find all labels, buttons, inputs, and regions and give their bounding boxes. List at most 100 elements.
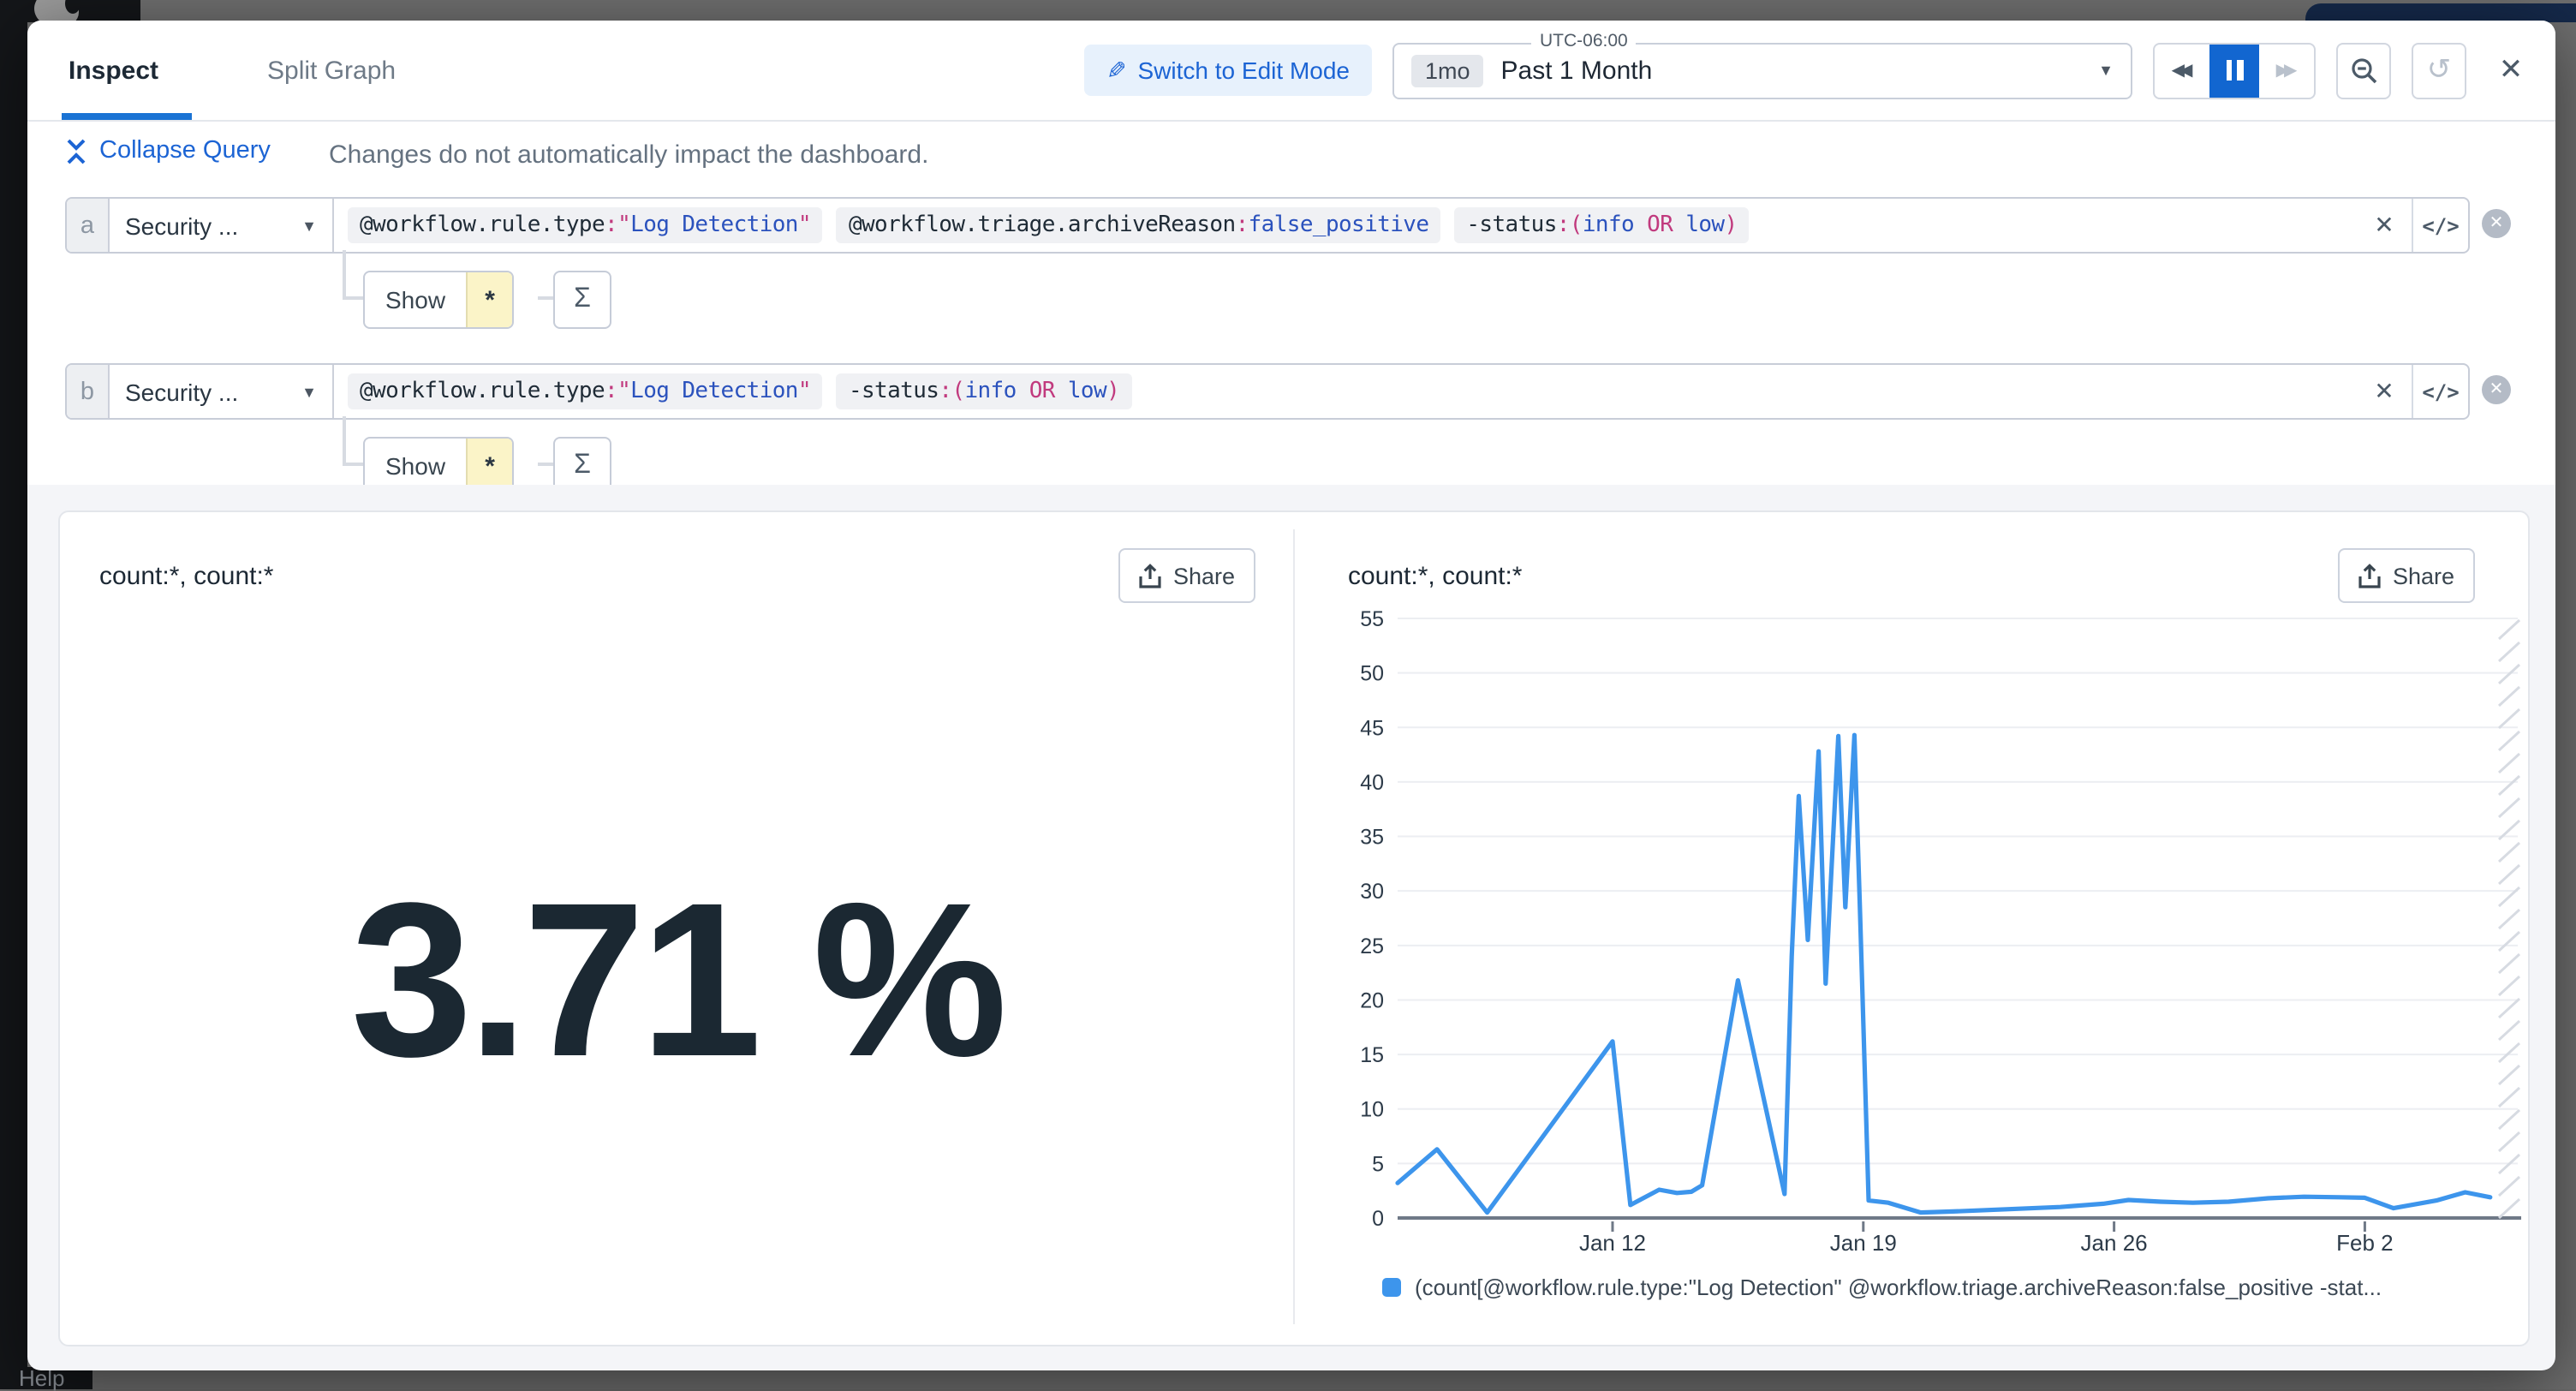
timezone-label: UTC-06:00 <box>1531 30 1637 51</box>
query-editor-section: Collapse Query Changes do not automatica… <box>27 122 2555 485</box>
legend-swatch-icon <box>1382 1278 1401 1297</box>
switch-to-edit-mode-button[interactable]: ✎ Switch to Edit Mode <box>1083 45 1372 96</box>
clear-query-icon[interactable]: ✕ <box>2357 365 2412 418</box>
show-label[interactable]: Show <box>365 439 466 485</box>
query-token[interactable]: -status:(info OR low) <box>1454 207 1749 243</box>
svg-text:5: 5 <box>1372 1152 1384 1176</box>
tab-split-graph[interactable]: Split Graph <box>267 21 396 120</box>
show-label[interactable]: Show <box>365 272 466 327</box>
dashboard-impact-note: Changes do not automatically impact the … <box>329 140 928 170</box>
share-icon <box>1139 563 1161 588</box>
reset-zoom-button[interactable]: ↺ <box>2412 42 2466 99</box>
share-button-left[interactable]: Share <box>1118 548 1255 603</box>
playback-controls: ◀◀ ▶▶ <box>2153 42 2316 99</box>
show-control-a: Show * <box>363 271 514 329</box>
collapse-query-label: Collapse Query <box>99 137 271 164</box>
query-letter-badge: a <box>67 199 110 252</box>
timeseries-chart[interactable]: 0 5 10 15 20 25 30 35 40 45 50 55 Jan 12 Jan 19 Jan 26… <box>1324 605 2523 1264</box>
svg-text:50: 50 <box>1360 662 1384 686</box>
switch-to-edit-mode-label: Switch to Edit Mode <box>1138 57 1350 84</box>
svg-text:55: 55 <box>1360 607 1384 631</box>
pencil-icon: ✎ <box>1106 56 1125 85</box>
svg-text:40: 40 <box>1360 771 1384 795</box>
modal-header: Inspect Split Graph ✎ Switch to Edit Mod… <box>27 21 2555 122</box>
background-button-fragment <box>2305 3 2576 22</box>
query-search-input[interactable]: @workflow.rule.type:"Log Detection" -stat… <box>334 365 2357 418</box>
query-token[interactable]: @workflow.rule.type:"Log Detection" <box>348 373 823 409</box>
screen: Help Inspect Split Graph ✎ Switch to Edi… <box>0 0 2576 1389</box>
rewind-button[interactable]: ◀◀ <box>2155 44 2209 97</box>
time-shortcut-badge: 1mo <box>1411 54 1484 87</box>
share-button-right[interactable]: Share <box>2338 548 2475 603</box>
show-value-field[interactable]: * <box>466 439 512 485</box>
query-token[interactable]: @workflow.rule.type:"Log Detection" <box>348 207 823 243</box>
svg-text:20: 20 <box>1360 988 1384 1012</box>
query-source-label: Security ... <box>125 378 238 405</box>
aggregate-sigma-button-b[interactable]: Σ <box>553 437 611 485</box>
query-letter-badge: b <box>67 365 110 418</box>
collapse-icon <box>65 138 87 164</box>
share-label: Share <box>1173 563 1235 588</box>
code-view-icon[interactable]: </> <box>2412 365 2468 418</box>
remove-query-b-button[interactable]: ✕ <box>2482 375 2511 404</box>
connector-line <box>343 416 345 464</box>
query-source-dropdown[interactable]: Security ... ▼ <box>110 199 334 252</box>
undo-icon: ↺ <box>2427 53 2452 87</box>
show-control-b: Show * <box>363 437 514 485</box>
zoom-out-icon <box>2349 56 2378 85</box>
query-token[interactable]: -status:(info OR low) <box>837 373 1131 409</box>
connector-line <box>538 463 553 465</box>
fast-forward-button[interactable]: ▶▶ <box>2259 44 2314 97</box>
pause-icon <box>2226 60 2243 81</box>
svg-text:10: 10 <box>1360 1098 1384 1122</box>
query-value-display: 3.71 % <box>60 855 1293 1107</box>
query-row-b: b Security ... ▼ @workflow.rule.type:"Lo… <box>65 363 2470 420</box>
connector-line <box>343 296 363 299</box>
time-range-label: Past 1 Month <box>1501 56 2099 85</box>
zoom-out-button[interactable] <box>2336 42 2391 99</box>
svg-text:25: 25 <box>1360 934 1384 958</box>
connector-line <box>538 296 553 299</box>
close-button[interactable]: ✕ <box>2487 44 2535 97</box>
chevron-down-icon: ▼ <box>2098 62 2114 79</box>
svg-text:Jan 12: Jan 12 <box>1579 1230 1646 1256</box>
chevron-down-icon: ▼ <box>301 217 317 234</box>
query-search-input[interactable]: @workflow.rule.type:"Log Detection" @work… <box>334 199 2357 252</box>
connector-line <box>343 463 363 465</box>
left-sidebar <box>0 0 27 1389</box>
code-view-icon[interactable]: </> <box>2412 199 2468 252</box>
pane-divider <box>1293 529 1295 1324</box>
clear-query-icon[interactable]: ✕ <box>2357 199 2412 252</box>
share-label: Share <box>2393 563 2454 588</box>
svg-text:0: 0 <box>1372 1207 1384 1231</box>
svg-text:Jan 19: Jan 19 <box>1830 1230 1897 1256</box>
tab-inspect[interactable]: Inspect <box>69 21 158 120</box>
svg-text:35: 35 <box>1360 826 1384 850</box>
time-range-select[interactable]: UTC-06:00 1mo Past 1 Month ▼ <box>1392 42 2132 99</box>
share-icon <box>2358 563 2381 588</box>
svg-text:Feb 2: Feb 2 <box>2336 1230 2394 1256</box>
query-token[interactable]: @workflow.triage.archiveReason:false_pos… <box>837 207 1440 243</box>
svg-text:45: 45 <box>1360 716 1384 740</box>
show-value-field[interactable]: * <box>466 272 512 327</box>
query-source-dropdown[interactable]: Security ... ▼ <box>110 365 334 418</box>
collapse-query-link[interactable]: Collapse Query <box>65 137 271 164</box>
connector-line <box>343 250 345 298</box>
remove-query-a-button[interactable]: ✕ <box>2482 209 2511 238</box>
chart-legend[interactable]: (count[@workflow.rule.type:"Log Detectio… <box>1382 1275 2496 1300</box>
svg-text:15: 15 <box>1360 1043 1384 1067</box>
header-controls: ✎ Switch to Edit Mode UTC-06:00 1mo Past… <box>1083 21 2535 120</box>
aggregate-sigma-button-a[interactable]: Σ <box>553 271 611 329</box>
svg-text:Jan 26: Jan 26 <box>2081 1230 2148 1256</box>
left-panel-title: count:*, count:* <box>99 562 273 591</box>
pause-button[interactable] <box>2209 44 2259 97</box>
query-source-label: Security ... <box>125 212 238 239</box>
query-row-a: a Security ... ▼ @workflow.rule.type:"Lo… <box>65 197 2470 254</box>
svg-text:30: 30 <box>1360 880 1384 904</box>
inspect-modal: Inspect Split Graph ✎ Switch to Edit Mod… <box>27 21 2555 1370</box>
legend-label: (count[@workflow.rule.type:"Log Detectio… <box>1415 1275 2382 1300</box>
active-tab-indicator <box>62 113 192 120</box>
chevron-down-icon: ▼ <box>301 383 317 400</box>
results-card: count:*, count:* Share 3.71 % count:*, c… <box>58 510 2530 1346</box>
right-panel-title: count:*, count:* <box>1348 562 1522 591</box>
